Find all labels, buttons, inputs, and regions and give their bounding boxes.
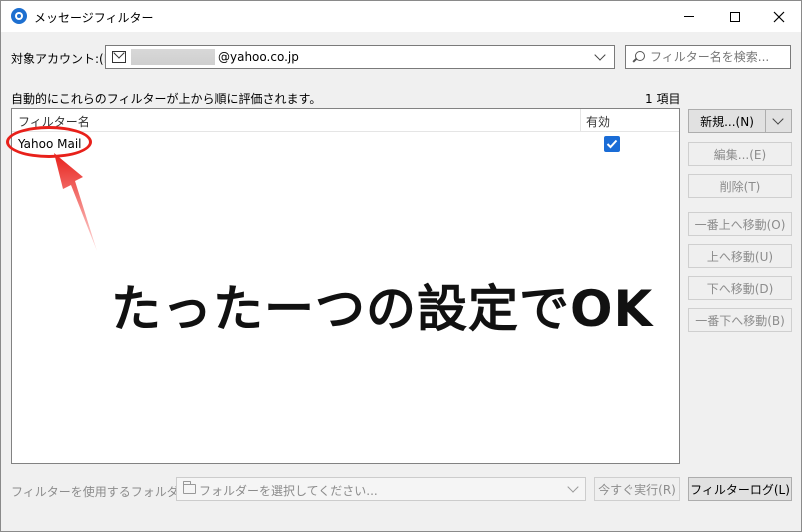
title-bar: メッセージフィルター <box>1 1 801 32</box>
delete-button[interactable]: 削除(T) <box>688 174 792 198</box>
message-filters-window: メッセージフィルター 対象アカウント:(F) @yahoo.co.jp 自動的に… <box>0 0 802 532</box>
mail-account-icon <box>112 51 126 63</box>
maximize-button[interactable] <box>712 1 758 32</box>
move-to-bottom-button[interactable]: 一番下へ移動(B) <box>688 308 792 332</box>
search-icon <box>633 51 645 63</box>
maximize-icon <box>730 11 740 22</box>
filter-log-button[interactable]: フィルターログ(L) <box>688 477 792 501</box>
minimize-button[interactable] <box>666 1 712 32</box>
filter-search-input[interactable] <box>650 49 788 65</box>
filter-enabled-checkbox[interactable] <box>604 136 620 152</box>
new-filter-dropdown-button[interactable] <box>766 110 791 132</box>
account-redacted-name <box>131 49 215 65</box>
close-icon <box>773 11 785 22</box>
item-count: 1 項目 <box>645 92 681 106</box>
list-header: フィルター名 有効 <box>12 109 679 132</box>
window-title: メッセージフィルター <box>34 11 154 25</box>
account-select[interactable]: @yahoo.co.jp <box>105 45 615 69</box>
run-now-button[interactable]: 今すぐ実行(R) <box>594 477 680 501</box>
new-filter-split-button: 新規...(N) <box>688 109 792 133</box>
move-down-button[interactable]: 下へ移動(D) <box>688 276 792 300</box>
annotation-caption: たったーつの設定でOK <box>111 280 654 338</box>
chevron-down-icon <box>567 481 579 493</box>
edit-button[interactable]: 編集...(E) <box>688 142 792 166</box>
minimize-icon <box>684 16 694 17</box>
annotation-arrow <box>54 153 97 251</box>
checkmark-icon <box>606 139 618 149</box>
move-up-button[interactable]: 上へ移動(U) <box>688 244 792 268</box>
column-header-enabled[interactable]: 有効 <box>586 113 610 130</box>
app-icon <box>11 8 27 24</box>
folder-icon <box>183 481 196 494</box>
new-filter-button[interactable]: 新規...(N) <box>689 110 765 132</box>
filter-search-box[interactable] <box>625 45 791 69</box>
close-button[interactable] <box>756 1 802 32</box>
chevron-down-icon <box>594 49 606 61</box>
column-divider[interactable] <box>580 109 581 132</box>
folder-select[interactable]: フォルダーを選択してください... <box>176 477 586 501</box>
chevron-down-icon <box>772 113 784 125</box>
list-description: 自動的にこれらのフィルターが上から順に評価されます。 <box>11 92 322 106</box>
account-label: 対象アカウント:(F) <box>11 52 116 66</box>
move-to-top-button[interactable]: 一番上へ移動(O) <box>688 212 792 236</box>
folder-placeholder: フォルダーを選択してください... <box>199 484 378 498</box>
account-value: @yahoo.co.jp <box>218 50 299 64</box>
